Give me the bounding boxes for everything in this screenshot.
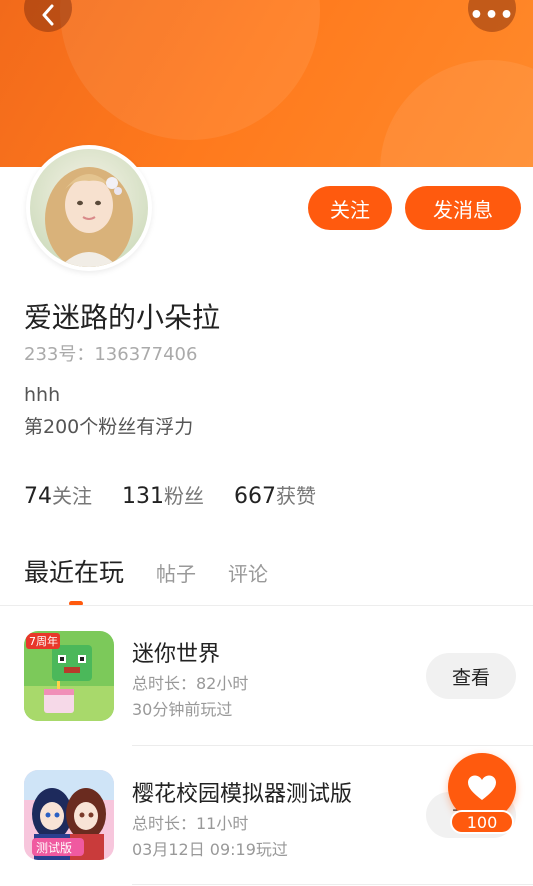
stat-followers[interactable]: 131 粉丝: [122, 480, 204, 509]
svg-text:7周年: 7周年: [29, 634, 58, 648]
bio-line: hhh: [24, 384, 61, 406]
mini-world-game-icon: 7周年: [24, 631, 114, 721]
game-duration: 总时长：11小时: [132, 814, 249, 833]
profile-tabs: 最近在玩 帖子 评论: [24, 553, 300, 589]
tab-recently-played[interactable]: 最近在玩: [24, 553, 124, 589]
avatar[interactable]: [26, 145, 152, 271]
tab-comments[interactable]: 评论: [228, 558, 268, 587]
profile-header-banner: •••: [0, 0, 533, 167]
game-duration: 总时长：82小时: [132, 674, 249, 693]
like-count-badge: 100: [450, 810, 514, 834]
divider: [132, 884, 533, 885]
chevron-left-icon: [42, 4, 54, 26]
stat-value: 74: [24, 484, 52, 509]
avatar-image: [30, 149, 148, 267]
list-item[interactable]: 7周年 迷你世界 总时长：82小时 30分钟前玩过 查看: [0, 606, 533, 746]
game-last-played: 30分钟前玩过: [132, 700, 233, 719]
stat-value: 667: [234, 484, 276, 509]
stat-following[interactable]: 74 关注: [24, 480, 92, 509]
follow-button[interactable]: 关注: [308, 186, 392, 230]
stat-label: 获赞: [276, 484, 316, 508]
username: 爱迷路的小朵拉: [24, 301, 221, 334]
bio-line: 第200个粉丝有浮力: [24, 416, 194, 438]
heart-icon: [468, 775, 496, 800]
tab-posts[interactable]: 帖子: [156, 558, 196, 587]
game-last-played: 03月12日 09:19玩过: [132, 840, 288, 859]
sakura-school-game-icon: 测试版: [24, 770, 114, 860]
send-message-button[interactable]: 发消息: [405, 186, 521, 230]
user-id: 233号：136377406: [24, 344, 198, 365]
more-dots-icon: •••: [469, 2, 515, 28]
stat-value: 131: [122, 484, 164, 509]
stat-likes[interactable]: 667 获赞: [234, 480, 316, 509]
stat-label: 粉丝: [164, 484, 204, 508]
game-name: 迷你世界: [132, 642, 221, 667]
profile-stats: 74 关注 131 粉丝 667 获赞: [24, 480, 346, 509]
stat-label: 关注: [52, 484, 92, 508]
svg-text:测试版: 测试版: [36, 840, 72, 855]
view-game-button[interactable]: 查看: [426, 653, 516, 699]
game-name: 樱花校园模拟器测试版: [132, 782, 353, 807]
more-button[interactable]: •••: [468, 0, 516, 32]
